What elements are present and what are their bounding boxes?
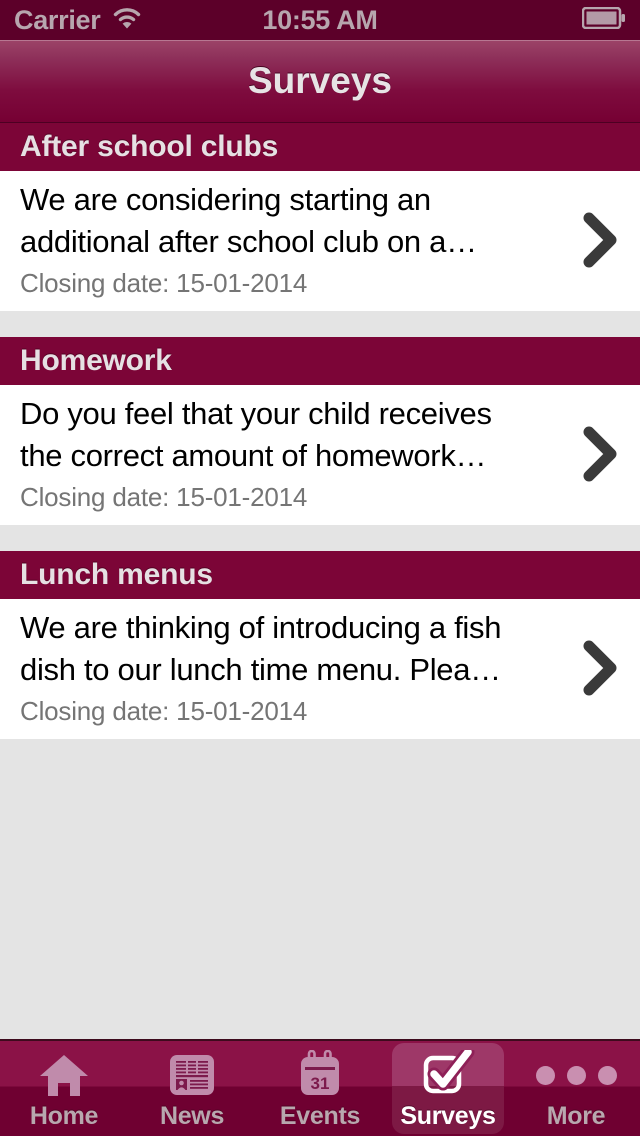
dot: [535, 1065, 555, 1085]
tab-label: Home: [29, 1102, 99, 1130]
survey-title: After school clubs: [20, 130, 279, 163]
nav-header: Surveys: [0, 40, 640, 123]
survey-card[interactable]: After school clubs We are considering st…: [0, 123, 640, 311]
survey-list: After school clubs We are considering st…: [0, 123, 640, 1039]
survey-card-text: We are considering starting an additiona…: [0, 179, 562, 301]
calendar-icon: 31: [294, 1049, 346, 1101]
tab-home[interactable]: Home: [0, 1041, 128, 1136]
checkbox-checked-icon: [420, 1049, 476, 1101]
calendar-day-number: 31: [311, 1074, 330, 1093]
survey-title: Homework: [20, 344, 172, 377]
tab-events[interactable]: 31 Events: [256, 1041, 384, 1136]
tab-label: News: [159, 1102, 225, 1130]
survey-card-body: We are thinking of introducing a fish di…: [0, 599, 640, 739]
survey-card-header: After school clubs: [0, 123, 640, 171]
survey-title: Lunch menus: [20, 558, 213, 591]
app-root: Carrier 10:55 AM Surveys After school cl…: [0, 0, 640, 1136]
survey-card-header: Homework: [0, 337, 640, 385]
page-title: Surveys: [248, 60, 392, 101]
tab-label: Events: [279, 1102, 361, 1130]
status-bar: Carrier 10:55 AM: [0, 0, 640, 40]
survey-card-text: Do you feel that your child receives the…: [0, 393, 562, 515]
survey-card-body: We are considering starting an additiona…: [0, 171, 640, 311]
chevron-right-icon[interactable]: [562, 607, 640, 729]
survey-card[interactable]: Lunch menus We are thinking of introduci…: [0, 551, 640, 739]
carrier-label: Carrier: [14, 4, 101, 35]
chevron-right-icon[interactable]: [562, 179, 640, 301]
battery-icon: [581, 6, 626, 34]
survey-description: We are thinking of introducing a fish di…: [20, 610, 502, 687]
chevron-right-icon[interactable]: [562, 393, 640, 515]
ellipsis-icon: [535, 1049, 617, 1101]
survey-card[interactable]: Homework Do you feel that your child rec…: [0, 337, 640, 525]
dot: [597, 1065, 617, 1085]
survey-card-text: We are thinking of introducing a fish di…: [0, 607, 562, 729]
newspaper-icon: [166, 1049, 218, 1101]
survey-closing-date: Closing date: 15-01-2014: [20, 482, 308, 512]
survey-description: Do you feel that your child receives the…: [20, 396, 492, 473]
tab-surveys[interactable]: Surveys: [384, 1041, 512, 1136]
tab-label: Surveys: [400, 1102, 496, 1130]
tab-label: More: [546, 1102, 606, 1130]
dot: [566, 1065, 586, 1085]
tab-news[interactable]: News: [128, 1041, 256, 1136]
home-icon: [38, 1049, 90, 1101]
wifi-icon: [112, 6, 142, 35]
survey-closing-date: Closing date: 15-01-2014: [20, 268, 308, 298]
survey-closing-date: Closing date: 15-01-2014: [20, 696, 308, 726]
status-bar-right: [581, 6, 626, 34]
survey-card-header: Lunch menus: [0, 551, 640, 599]
tab-bar: Home News 31 Events Surveys More: [0, 1039, 640, 1136]
tab-more[interactable]: More: [512, 1041, 640, 1136]
survey-card-body: Do you feel that your child receives the…: [0, 385, 640, 525]
survey-description: We are considering starting an additiona…: [20, 182, 477, 259]
status-bar-left: Carrier: [14, 6, 142, 35]
